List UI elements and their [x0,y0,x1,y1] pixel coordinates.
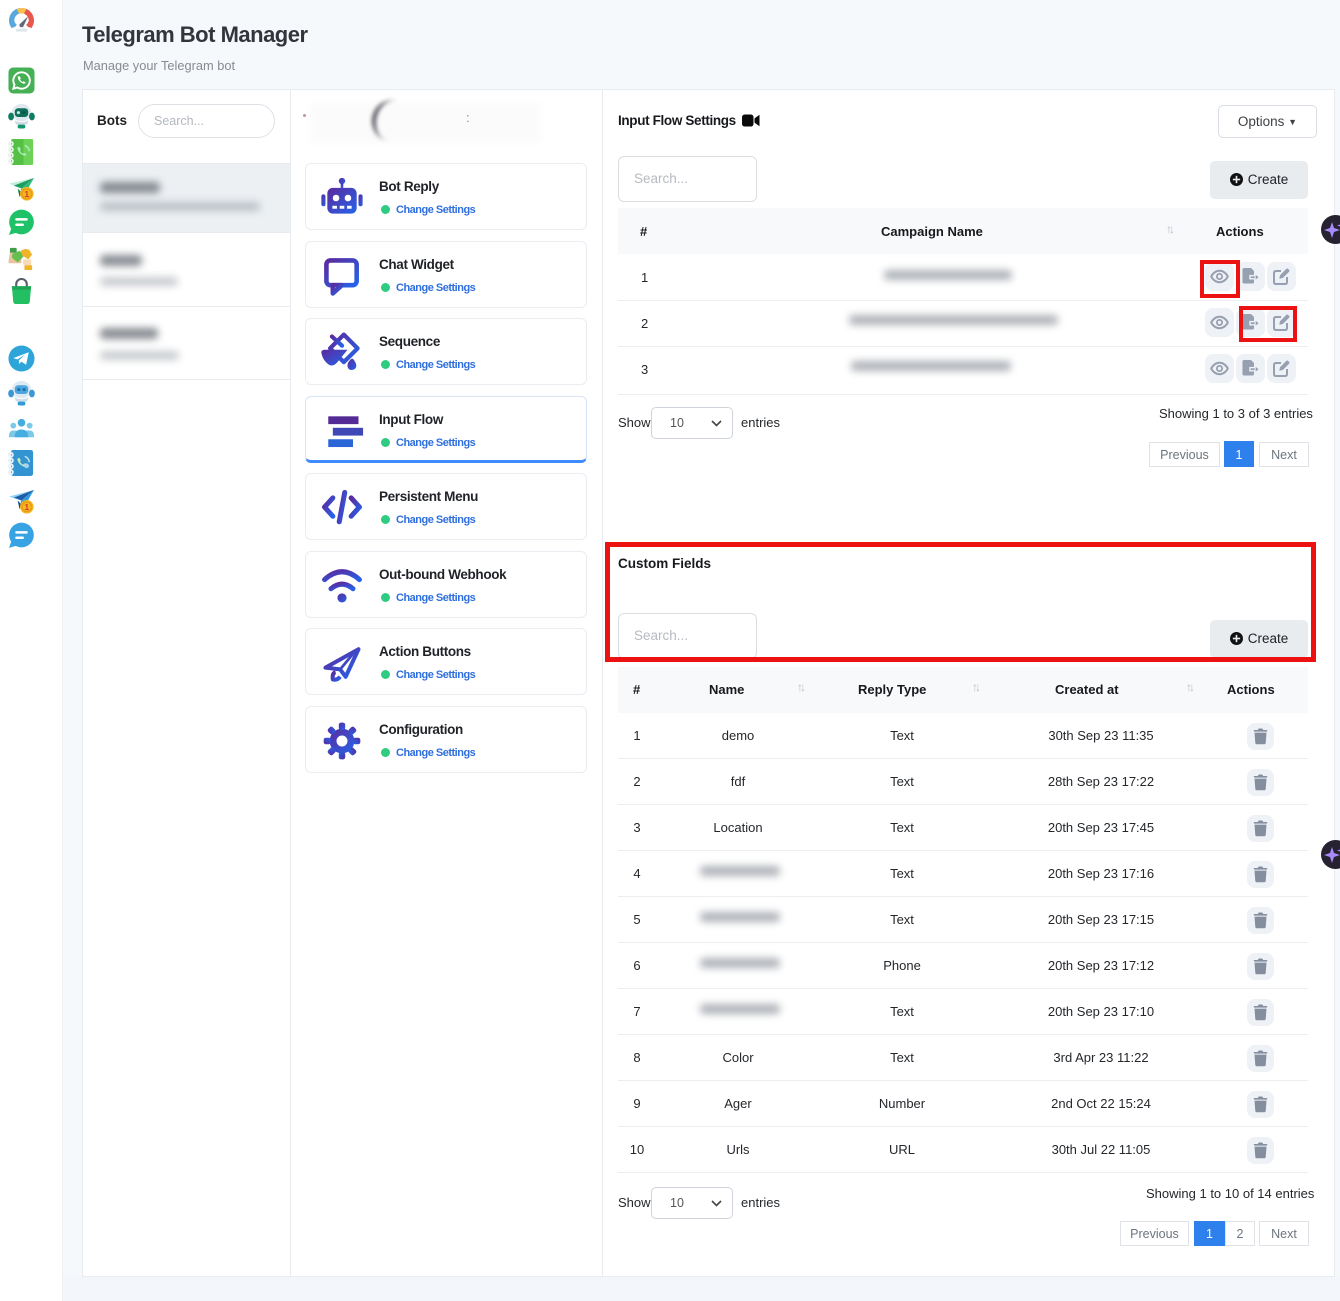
svg-text:1: 1 [24,502,29,512]
svg-text:1: 1 [24,189,29,199]
